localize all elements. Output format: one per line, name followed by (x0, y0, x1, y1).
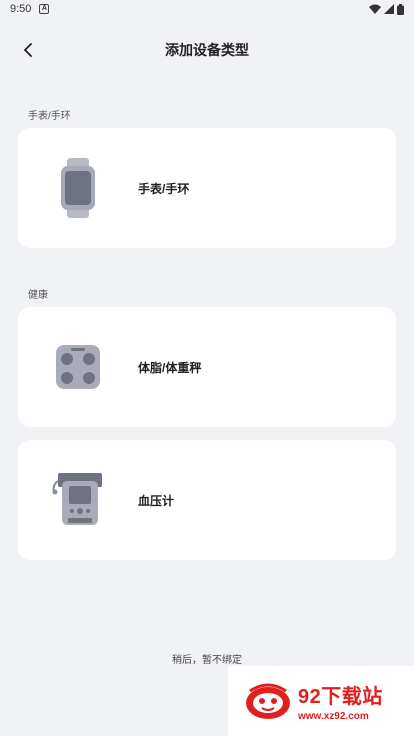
device-card-scale[interactable]: 体脂/体重秤 (18, 307, 396, 427)
blood-pressure-monitor-icon (52, 473, 102, 525)
section-label-health: 健康 (28, 290, 48, 301)
notification-icon: A (39, 4, 50, 14)
status-bar: 9:50 A (0, 0, 414, 18)
device-label: 体脂/体重秤 (138, 360, 202, 375)
watermark-text: 92下载站 www.xz92.com (298, 680, 383, 722)
device-card-blood-pressure[interactable]: 血压计 (18, 440, 396, 560)
chevron-left-icon (24, 43, 32, 57)
device-icon-box (18, 307, 138, 427)
device-icon-box (18, 128, 138, 248)
battery-icon (397, 3, 404, 15)
back-button[interactable] (18, 40, 38, 60)
skip-binding-link[interactable]: 稍后，暂不绑定 (0, 651, 414, 666)
wifi-icon (369, 4, 381, 14)
device-card-watch[interactable]: 手表/手环 (18, 128, 396, 248)
watermark-brand: 92下载站 (298, 686, 383, 708)
page-title: 添加设备类型 (165, 42, 249, 58)
section-label-watch: 手表/手环 (28, 111, 71, 122)
watermark: 92下载站 www.xz92.com (228, 666, 414, 736)
device-label: 血压计 (138, 493, 175, 508)
smartwatch-icon (61, 158, 95, 218)
body-fat-scale-icon (56, 345, 100, 389)
header: 添加设备类型 (0, 32, 414, 68)
watermark-url: www.xz92.com (298, 711, 369, 722)
watermark-logo-icon (246, 683, 290, 719)
device-label: 手表/手环 (138, 181, 190, 196)
status-icons (369, 3, 404, 15)
status-time: 9:50 (10, 3, 32, 15)
signal-icon (384, 4, 394, 14)
device-icon-box (18, 440, 138, 560)
